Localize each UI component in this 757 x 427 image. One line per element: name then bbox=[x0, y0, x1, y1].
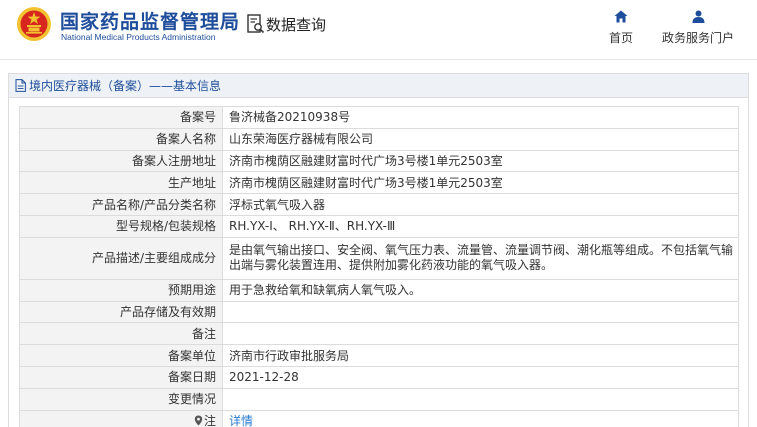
nav-home-label: 首页 bbox=[608, 31, 633, 45]
field-value: 济南市槐荫区融建财富时代广场3号楼1单元2503室 bbox=[222, 171, 739, 195]
page-title: 数据查询 bbox=[266, 16, 327, 34]
field-label: 预期用途 bbox=[19, 278, 223, 302]
panel-title: 境内医疗器械（备案）——基本信息 bbox=[29, 79, 222, 93]
field-label: 产品描述/主要组成成分 bbox=[19, 236, 223, 280]
table-row: 产品存储及有效期 bbox=[19, 300, 739, 324]
field-value: 浮标式氧气吸入器 bbox=[222, 193, 739, 216]
table-row: 型号规格/包装规格 RH.YX-Ⅰ、 RH.YX-Ⅱ、RH.YX-Ⅲ bbox=[19, 214, 739, 238]
field-label: 备案单位 bbox=[19, 344, 223, 367]
table-row: 变更情况 bbox=[19, 387, 739, 411]
field-label: 备案人名称 bbox=[19, 127, 223, 151]
table-row: 生产地址 济南市槐荫区融建财富时代广场3号楼1单元2503室 bbox=[19, 171, 739, 195]
table-row: 产品描述/主要组成成分 是由氧气输出接口、安全阀、氧气压力表、流量管、流量调节阀… bbox=[19, 236, 739, 280]
user-icon bbox=[692, 10, 704, 23]
table-row: 备案人名称 山东荣海医疗器械有限公司 bbox=[19, 127, 739, 151]
field-value: 是由氧气输出接口、安全阀、氧气压力表、流量管、流量调节阀、潮化瓶等组成。不包括氧… bbox=[222, 236, 739, 280]
table-row: 备案单位 济南市行政审批服务局 bbox=[19, 344, 739, 367]
table-row: 备案号 鲁济械备20210938号 bbox=[19, 106, 739, 129]
field-value: 济南市槐荫区融建财富时代广场3号楼1单元2503室 bbox=[222, 149, 739, 173]
table-row: 注 详情 bbox=[19, 409, 739, 427]
field-label: 备案号 bbox=[19, 106, 223, 129]
field-label: 注 bbox=[203, 413, 216, 427]
field-label: 产品存储及有效期 bbox=[19, 300, 223, 324]
field-value bbox=[222, 300, 739, 324]
nav-service-portal-label: 政务服务门户 bbox=[661, 31, 734, 45]
note-label-cell: 注 bbox=[19, 409, 223, 427]
agency-name-cn: 国家药品监督管理局 bbox=[60, 11, 241, 33]
field-label: 产品名称/产品分类名称 bbox=[19, 193, 223, 216]
agency-name-en: National Medical Products Administration bbox=[61, 32, 216, 42]
field-value: 鲁济械备20210938号 bbox=[222, 106, 739, 129]
record-table: 备案号 鲁济械备20210938号 备案人名称 山东荣海医疗器械有限公司 备案人… bbox=[19, 106, 739, 427]
national-emblem-icon bbox=[17, 7, 51, 41]
field-value bbox=[222, 387, 739, 411]
table-row: 备案日期 2021-12-28 bbox=[19, 365, 739, 389]
table-row: 预期用途 用于急救给氧和缺氧病人氧气吸入。 bbox=[19, 278, 739, 302]
nav-home[interactable]: 首页 bbox=[603, 10, 639, 46]
nav-service-portal[interactable]: 政务服务门户 bbox=[658, 10, 738, 46]
document-icon bbox=[15, 79, 26, 92]
table-row: 产品名称/产品分类名称 浮标式氧气吸入器 bbox=[19, 193, 739, 216]
table-row: 备案人注册地址 济南市槐荫区融建财富时代广场3号楼1单元2503室 bbox=[19, 149, 739, 173]
field-label: 备案日期 bbox=[19, 365, 223, 389]
site-header: 国家药品监督管理局 National Medical Products Admi… bbox=[0, 0, 757, 60]
field-value: 山东荣海医疗器械有限公司 bbox=[222, 127, 739, 151]
basic-info-panel: 境内医疗器械（备案）——基本信息 备案号 鲁济械备20210938号 备案人名称… bbox=[8, 73, 749, 427]
field-value bbox=[222, 322, 739, 346]
home-icon bbox=[614, 10, 628, 23]
data-query-icon bbox=[247, 14, 265, 34]
field-value: 用于急救给氧和缺氧病人氧气吸入。 bbox=[222, 278, 739, 302]
table-row: 备注 bbox=[19, 322, 739, 346]
field-value: 济南市行政审批服务局 bbox=[222, 344, 739, 367]
field-label: 生产地址 bbox=[19, 171, 223, 195]
field-value: RH.YX-Ⅰ、 RH.YX-Ⅱ、RH.YX-Ⅲ bbox=[222, 214, 739, 238]
field-value: 2021-12-28 bbox=[222, 365, 739, 389]
field-label: 备注 bbox=[19, 322, 223, 346]
field-label: 型号规格/包装规格 bbox=[19, 214, 223, 238]
panel-header: 境内医疗器械（备案）——基本信息 bbox=[9, 74, 748, 98]
details-link[interactable]: 详情 bbox=[229, 414, 253, 427]
field-label: 变更情况 bbox=[19, 387, 223, 411]
field-value-cell: 详情 bbox=[222, 409, 739, 427]
field-label: 备案人注册地址 bbox=[19, 149, 223, 173]
location-pin-icon bbox=[194, 415, 203, 426]
